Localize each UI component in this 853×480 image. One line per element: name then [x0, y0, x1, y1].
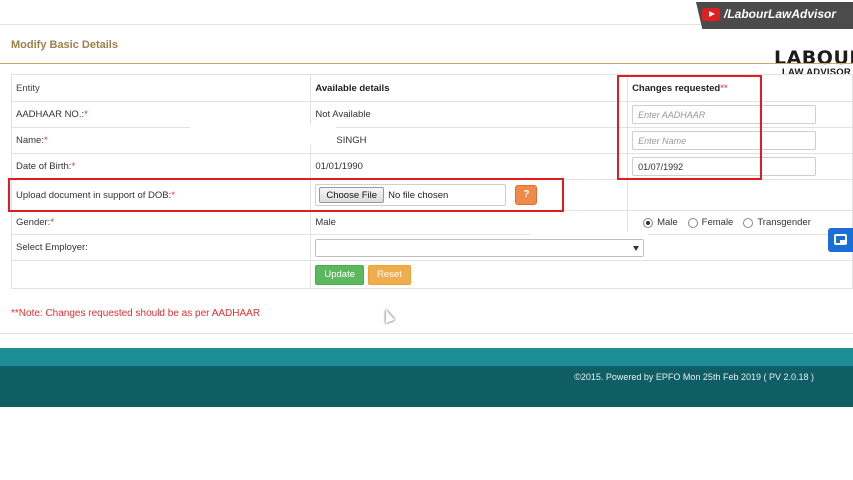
gender-radio-male[interactable]: [643, 217, 654, 228]
update-button[interactable]: Update: [315, 264, 365, 285]
chevron-down-icon: [633, 245, 640, 251]
redaction-cover: [530, 232, 648, 238]
gender-radio-cell: Male Female Transgender: [627, 210, 853, 235]
youtube-icon: [702, 8, 720, 21]
actions-empty-cell: [10, 260, 312, 289]
required-marker: *: [43, 135, 48, 146]
gender-radio-transgender[interactable]: [743, 217, 754, 228]
gender-label: Gender:: [16, 217, 51, 228]
watermark-logo: LABOUR: [774, 47, 853, 69]
gender-option-male: Male: [657, 217, 678, 228]
aadhaar-label-cell: AADHAAR NO.:*: [10, 101, 312, 128]
table-row-actions: Update Reset: [10, 260, 853, 289]
table-row-gender: Gender:* Male Male Female Transgender: [10, 210, 853, 235]
required-marker: *: [50, 217, 55, 228]
footer-band: [0, 348, 853, 366]
required-marker: *: [84, 109, 88, 120]
aadhaar-note: **Note: Changes requested should be as p…: [11, 308, 261, 319]
aadhaar-label: AADHAAR NO.:: [16, 109, 85, 120]
employer-select[interactable]: [315, 238, 645, 257]
panel-title: Modify Basic Details: [11, 39, 118, 51]
gender-option-female: Female: [701, 217, 734, 228]
screen-capture-widget-icon[interactable]: [828, 228, 853, 252]
required-marker: *: [71, 161, 76, 172]
name-label: Name:: [16, 135, 44, 146]
footer: ©2015. Powered by EPFO Mon 25th Feb 2019…: [0, 366, 853, 407]
gender-radio-female[interactable]: [687, 217, 698, 228]
title-divider: [0, 63, 853, 64]
employer-select-cell: [310, 234, 853, 261]
actions-cell: Update Reset: [310, 260, 853, 289]
gender-available: Male: [310, 210, 629, 235]
widget-glyph-icon: [834, 234, 847, 245]
upload-empty-cell: [627, 179, 853, 211]
footer-text: ©2015. Powered by EPFO Mon 25th Feb 2019…: [574, 372, 814, 382]
content-bottom-divider: [0, 333, 853, 334]
header-available: Available details: [310, 74, 629, 102]
page-root: /LabourLawAdvisor LABOUR LAW ADVISOR Mod…: [0, 0, 853, 480]
redaction-cover: [190, 125, 336, 145]
watermark-channel-text: /LabourLawAdvisor: [724, 7, 837, 21]
gender-label-cell: Gender:*: [10, 210, 312, 235]
header-entity: Entity: [10, 74, 312, 102]
table-row-employer: Select Employer:: [10, 234, 853, 261]
mouse-cursor-icon: [381, 307, 395, 324]
annotation-box-changes: [617, 75, 762, 180]
dob-available: 01/01/1990: [310, 153, 629, 180]
gender-option-transgender: Transgender: [757, 217, 811, 228]
name-available-cell: SINGH: [310, 127, 629, 154]
dob-label: Date of Birth:: [16, 161, 72, 172]
dob-label-cell: Date of Birth:*: [10, 153, 312, 180]
aadhaar-available: Not Available: [310, 101, 629, 128]
annotation-box-upload: [8, 178, 564, 212]
employer-label: Select Employer:: [10, 234, 312, 261]
gender-radio-group: Male Female Transgender: [632, 217, 848, 228]
reset-button[interactable]: Reset: [368, 264, 411, 285]
